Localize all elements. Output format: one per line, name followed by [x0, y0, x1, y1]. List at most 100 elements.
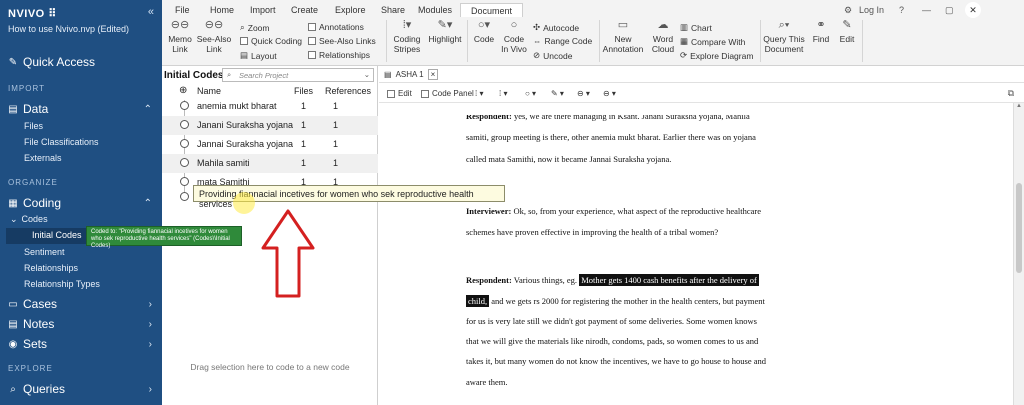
nav-item-file-classifications[interactable]: File Classifications: [24, 137, 99, 147]
code-radio[interactable]: [180, 192, 189, 201]
nav-item-relationships[interactable]: Relationships: [24, 263, 78, 273]
code-row[interactable]: anemia mukt bharat 1 1: [162, 97, 378, 116]
help-icon[interactable]: ?: [899, 5, 904, 15]
nav-item-files[interactable]: Files: [24, 121, 43, 131]
quick-coding-checkbox[interactable]: [240, 37, 248, 45]
nav-group-data[interactable]: ▤ Data ⌃: [8, 102, 152, 116]
zoom-button[interactable]: ⌕ Zoom: [240, 22, 270, 33]
chevron-down-icon[interactable]: ⌄: [364, 70, 370, 79]
tab-home[interactable]: Home: [210, 5, 234, 15]
relationships-checkbox[interactable]: [308, 51, 316, 59]
tab-create[interactable]: Create: [291, 5, 318, 15]
query-label-1: Query This: [763, 34, 805, 44]
nav-group-sets[interactable]: ◉ Sets ›: [8, 337, 152, 351]
nav-group-notes[interactable]: ▤ Notes ›: [8, 317, 152, 331]
code-in-vivo-button[interactable]: ○ Code In Vivo: [498, 20, 530, 55]
word-cloud-button[interactable]: ☁ Word Cloud: [649, 20, 677, 55]
see-also-links-toggle[interactable]: See-Also Links: [308, 36, 376, 46]
nav-group-coding[interactable]: ▦ Coding ⌃: [8, 196, 152, 210]
code-panel-checkbox[interactable]: [421, 89, 429, 98]
uncode-button[interactable]: ⊘ Uncode: [533, 50, 572, 61]
code-button[interactable]: ○▾ Code: [470, 20, 498, 45]
tab-share[interactable]: Share: [381, 5, 405, 15]
code-files: 1: [301, 101, 307, 111]
settings-icon[interactable]: ⚙: [844, 5, 852, 16]
highlight-dropdown[interactable]: ⁞ ▾: [499, 89, 507, 98]
memo-link-button[interactable]: ⊖⊖ Memo Link: [164, 20, 196, 55]
edit-button[interactable]: ✎ Edit: [836, 20, 858, 45]
find-button[interactable]: ⚭ Find: [809, 20, 833, 45]
code-radio[interactable]: [180, 120, 189, 129]
minimize-icon[interactable]: —: [922, 5, 931, 15]
layout-button[interactable]: ▤ Layout: [240, 50, 277, 61]
code-row[interactable]: Janani Suraksha yojana 1 1: [162, 116, 378, 135]
code-dropdown[interactable]: ○ ▾: [525, 89, 536, 98]
compare-with-button[interactable]: ▦ Compare With: [680, 36, 745, 47]
explore-section-header: EXPLORE: [8, 364, 53, 373]
close-icon[interactable]: ✕: [965, 2, 981, 18]
edit-toggle[interactable]: Edit: [387, 89, 412, 98]
see-also-link-button[interactable]: ⊖⊖ See-Also Link: [196, 20, 232, 55]
code-radio[interactable]: [180, 158, 189, 167]
login-link[interactable]: Log In: [859, 5, 884, 15]
tab-document[interactable]: Document: [460, 3, 524, 17]
search-project-input[interactable]: ⌕ Search Project ⌄: [222, 68, 374, 82]
code-icon: ○ ▾: [525, 89, 537, 98]
code-radio[interactable]: [180, 101, 189, 110]
see-also-links-checkbox[interactable]: [308, 37, 316, 45]
tab-modules[interactable]: Modules: [418, 5, 452, 15]
autocode-button[interactable]: ✣ Autocode: [533, 22, 579, 33]
code-radio[interactable]: [180, 177, 189, 186]
tab-file[interactable]: File: [175, 5, 190, 15]
restore-window-icon[interactable]: ⧉: [1008, 88, 1014, 99]
close-icon[interactable]: ×: [427, 69, 439, 80]
maximize-icon[interactable]: ▢: [945, 5, 954, 16]
nav-item-codes[interactable]: ⌄ Codes: [10, 214, 48, 225]
stripes-dropdown[interactable]: ⁞ ▾: [475, 89, 483, 98]
column-files[interactable]: Files: [294, 86, 313, 96]
new-annotation-button[interactable]: ▭ New Annotation: [599, 20, 647, 55]
code-row[interactable]: Mahila samiti 1 1: [162, 154, 378, 173]
quick-access-item[interactable]: ✎ Quick Access: [8, 55, 95, 69]
select-all-radio-icon[interactable]: ⊕: [179, 85, 187, 96]
coding-stripes-button[interactable]: ⁞▾ Coding Stripes: [390, 20, 424, 55]
document-tab[interactable]: ▤ ASHA 1 ×: [384, 69, 439, 80]
link-dropdown[interactable]: ⊖ ▾: [577, 89, 590, 98]
column-name[interactable]: Name: [197, 86, 221, 96]
query-this-document-button[interactable]: ⌕▾ Query This Document: [762, 20, 806, 55]
nav-group-cases[interactable]: ▭ Cases ›: [8, 297, 152, 311]
nav-group-sets-label: Sets: [23, 337, 48, 351]
nav-item-sentiment[interactable]: Sentiment: [24, 247, 65, 257]
nav-item-relationship-types[interactable]: Relationship Types: [24, 279, 100, 289]
tab-explore[interactable]: Explore: [335, 5, 366, 15]
code-row[interactable]: Jannai Suraksha yojana 1 1: [162, 135, 378, 154]
column-references[interactable]: References: [325, 86, 371, 96]
explore-diagram-button[interactable]: ⟳ Explore Diagram: [680, 50, 753, 61]
code-panel-toggle[interactable]: Code Panel: [421, 89, 474, 98]
edit-checkbox[interactable]: [387, 89, 395, 98]
quick-coding-toggle[interactable]: Quick Coding: [240, 36, 302, 46]
collapse-sidebar-icon[interactable]: «: [148, 6, 154, 18]
drag-to-code-hint[interactable]: Drag selection here to code to a new cod…: [162, 362, 378, 372]
annotations-checkbox[interactable]: [308, 23, 316, 31]
panel-title: Initial Codes: [164, 70, 224, 81]
vertical-scrollbar[interactable]: ▲: [1013, 103, 1024, 405]
nav-item-externals[interactable]: Externals: [24, 153, 62, 163]
tab-import[interactable]: Import: [250, 5, 276, 15]
pencil-icon: ✎ ▾: [551, 89, 564, 98]
code-radio[interactable]: [180, 139, 189, 148]
nav-group-queries[interactable]: ⌕ Queries ›: [8, 382, 152, 396]
speaker-label: Respondent:: [466, 275, 512, 285]
see-also-dropdown[interactable]: ⊖ ▾: [603, 89, 616, 98]
selected-text: child,: [466, 295, 490, 307]
annotations-toggle[interactable]: Annotations: [308, 22, 364, 32]
range-code-button[interactable]: ⇔ Range Code: [533, 36, 592, 46]
relationships-toggle[interactable]: Relationships: [308, 50, 370, 60]
scroll-up-icon[interactable]: ▲: [1016, 103, 1022, 109]
chart-button[interactable]: ▥ Chart: [680, 22, 712, 33]
annotations-label: Annotations: [319, 22, 364, 32]
annotation-dropdown[interactable]: ✎ ▾: [551, 89, 564, 98]
highlight-button[interactable]: ✎▾ Highlight: [426, 20, 464, 45]
scrollbar-thumb[interactable]: [1016, 183, 1022, 273]
code-references: 1: [333, 139, 339, 149]
